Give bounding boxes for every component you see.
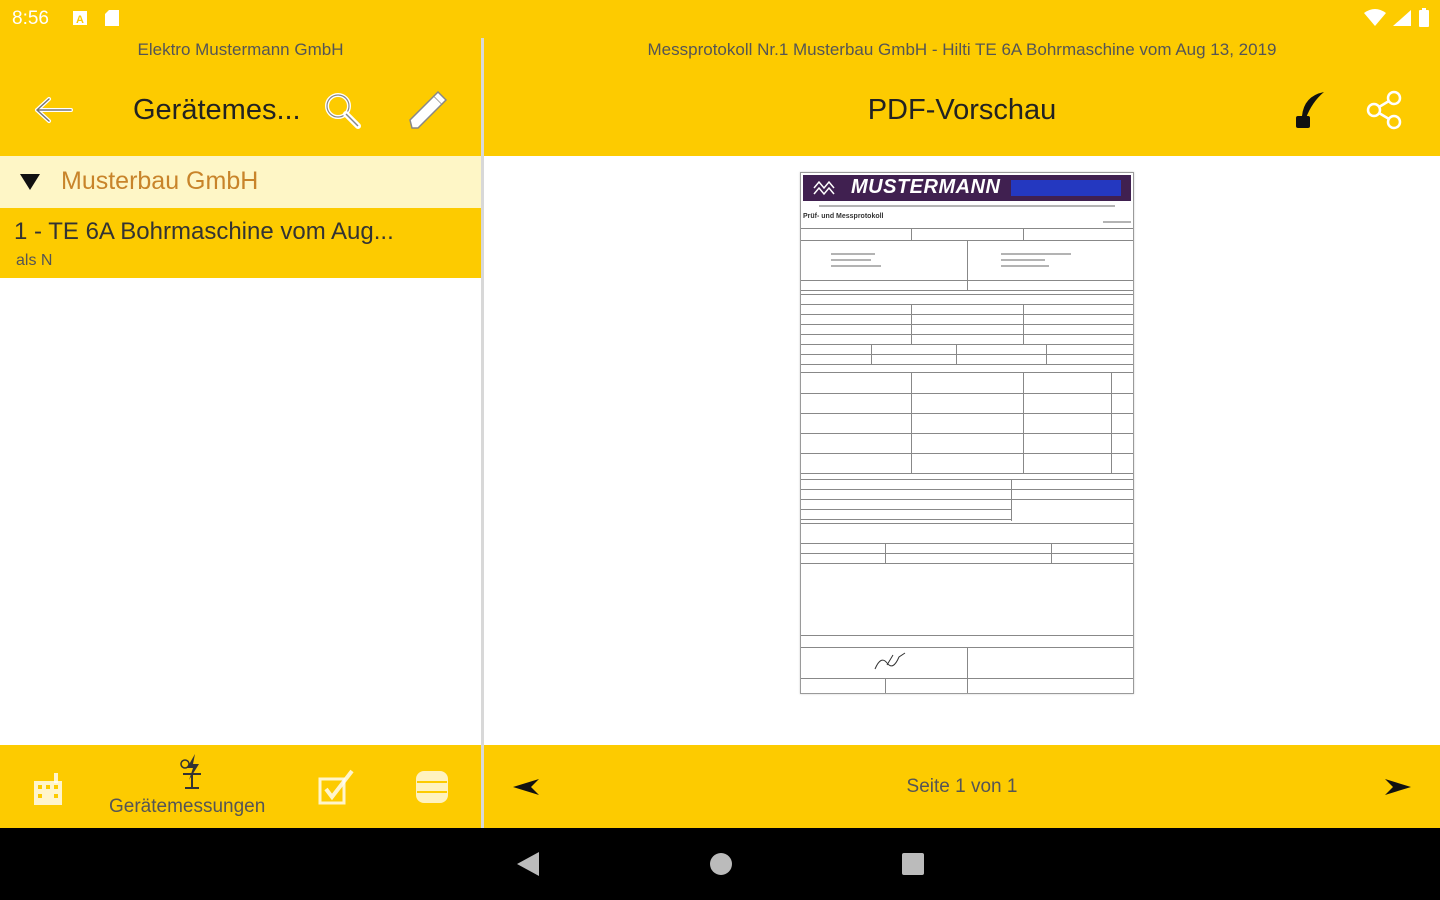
wifi-icon <box>1364 9 1386 26</box>
status-bar: 8:56 A <box>0 0 1440 38</box>
battery-icon <box>1419 8 1429 27</box>
list-item-title: 1 - TE 6A Bohrmaschine vom Aug... <box>14 218 394 245</box>
share-icon <box>1366 90 1402 130</box>
pdf-banner-accent <box>1011 180 1121 196</box>
device-list-pane: Elektro Mustermann GmbH Gerätemes... Mus… <box>0 38 481 828</box>
nav-home-icon[interactable] <box>708 850 734 878</box>
share-button[interactable] <box>1362 88 1406 132</box>
signal-icon <box>1393 10 1411 26</box>
pdf-page-preview[interactable]: MUSTERMANN Prüf- und Messprotokoll <box>800 172 1134 694</box>
left-bottom-bar: Gerätemessungen <box>0 745 481 828</box>
tab-inspections[interactable] <box>313 765 359 809</box>
nav-back-icon[interactable] <box>515 850 541 878</box>
pdf-navigation-bar: Seite 1 von 1 <box>484 745 1440 828</box>
tab-customers[interactable] <box>26 765 70 809</box>
next-page-button[interactable] <box>1380 771 1416 803</box>
building-icon <box>34 773 62 805</box>
measurement-icon <box>180 754 201 789</box>
tab-database[interactable] <box>410 765 454 809</box>
svg-text:A: A <box>76 14 84 26</box>
protocol-subtitle: Messprotokoll Nr.1 Musterbau GmbH - Hilt… <box>647 40 1277 59</box>
pdf-page-number-text <box>1103 221 1131 223</box>
checklist-icon <box>318 769 354 805</box>
status-time: 8:56 <box>12 8 49 29</box>
left-toolbar: Elektro Mustermann GmbH Gerätemes... <box>0 38 481 156</box>
pdf-preview-pane: Messprotokoll Nr.1 Musterbau GmbH - Hilt… <box>484 38 1440 828</box>
back-arrow-icon <box>35 97 73 123</box>
nav-recents-icon[interactable] <box>900 850 926 878</box>
status-icons <box>1364 8 1430 28</box>
back-button[interactable] <box>32 90 76 130</box>
sd-card-icon <box>105 10 119 26</box>
collapse-triangle-icon[interactable] <box>20 174 40 190</box>
pdf-banner-text: MUSTERMANN <box>851 176 1001 198</box>
next-page-icon <box>1385 779 1411 795</box>
active-tab-label: Gerätemessungen <box>109 796 266 817</box>
database-icon <box>416 771 448 803</box>
pdf-address-line <box>819 205 1115 207</box>
edit-button[interactable] <box>402 86 450 134</box>
signature-mark <box>874 652 906 670</box>
right-toolbar: Messprotokoll Nr.1 Musterbau GmbH - Hilt… <box>484 38 1440 156</box>
group-header-musterbau[interactable]: Musterbau GmbH <box>0 156 481 208</box>
pencil-icon <box>409 90 448 129</box>
quill-icon <box>1296 92 1324 128</box>
sign-button[interactable] <box>1286 88 1330 132</box>
page-indicator: Seite 1 von 1 <box>906 776 1018 797</box>
notification-a-icon: A <box>73 11 87 26</box>
group-label: Musterbau GmbH <box>61 167 259 195</box>
company-subtitle: Elektro Mustermann GmbH <box>137 40 344 59</box>
list-item[interactable]: 1 - TE 6A Bohrmaschine vom Aug... als N <box>0 208 481 278</box>
search-button[interactable] <box>320 88 364 132</box>
system-navigation-bar <box>0 828 1440 900</box>
company-logo-icon <box>813 180 835 196</box>
pdf-banner: MUSTERMANN <box>803 175 1131 201</box>
pdf-heading: Prüf- und Messprotokoll <box>803 213 884 220</box>
search-icon <box>325 93 361 129</box>
list-item-subtitle: als N <box>16 252 53 269</box>
tab-device-measurements[interactable] <box>170 751 214 791</box>
left-title: Gerätemes... <box>133 94 301 126</box>
